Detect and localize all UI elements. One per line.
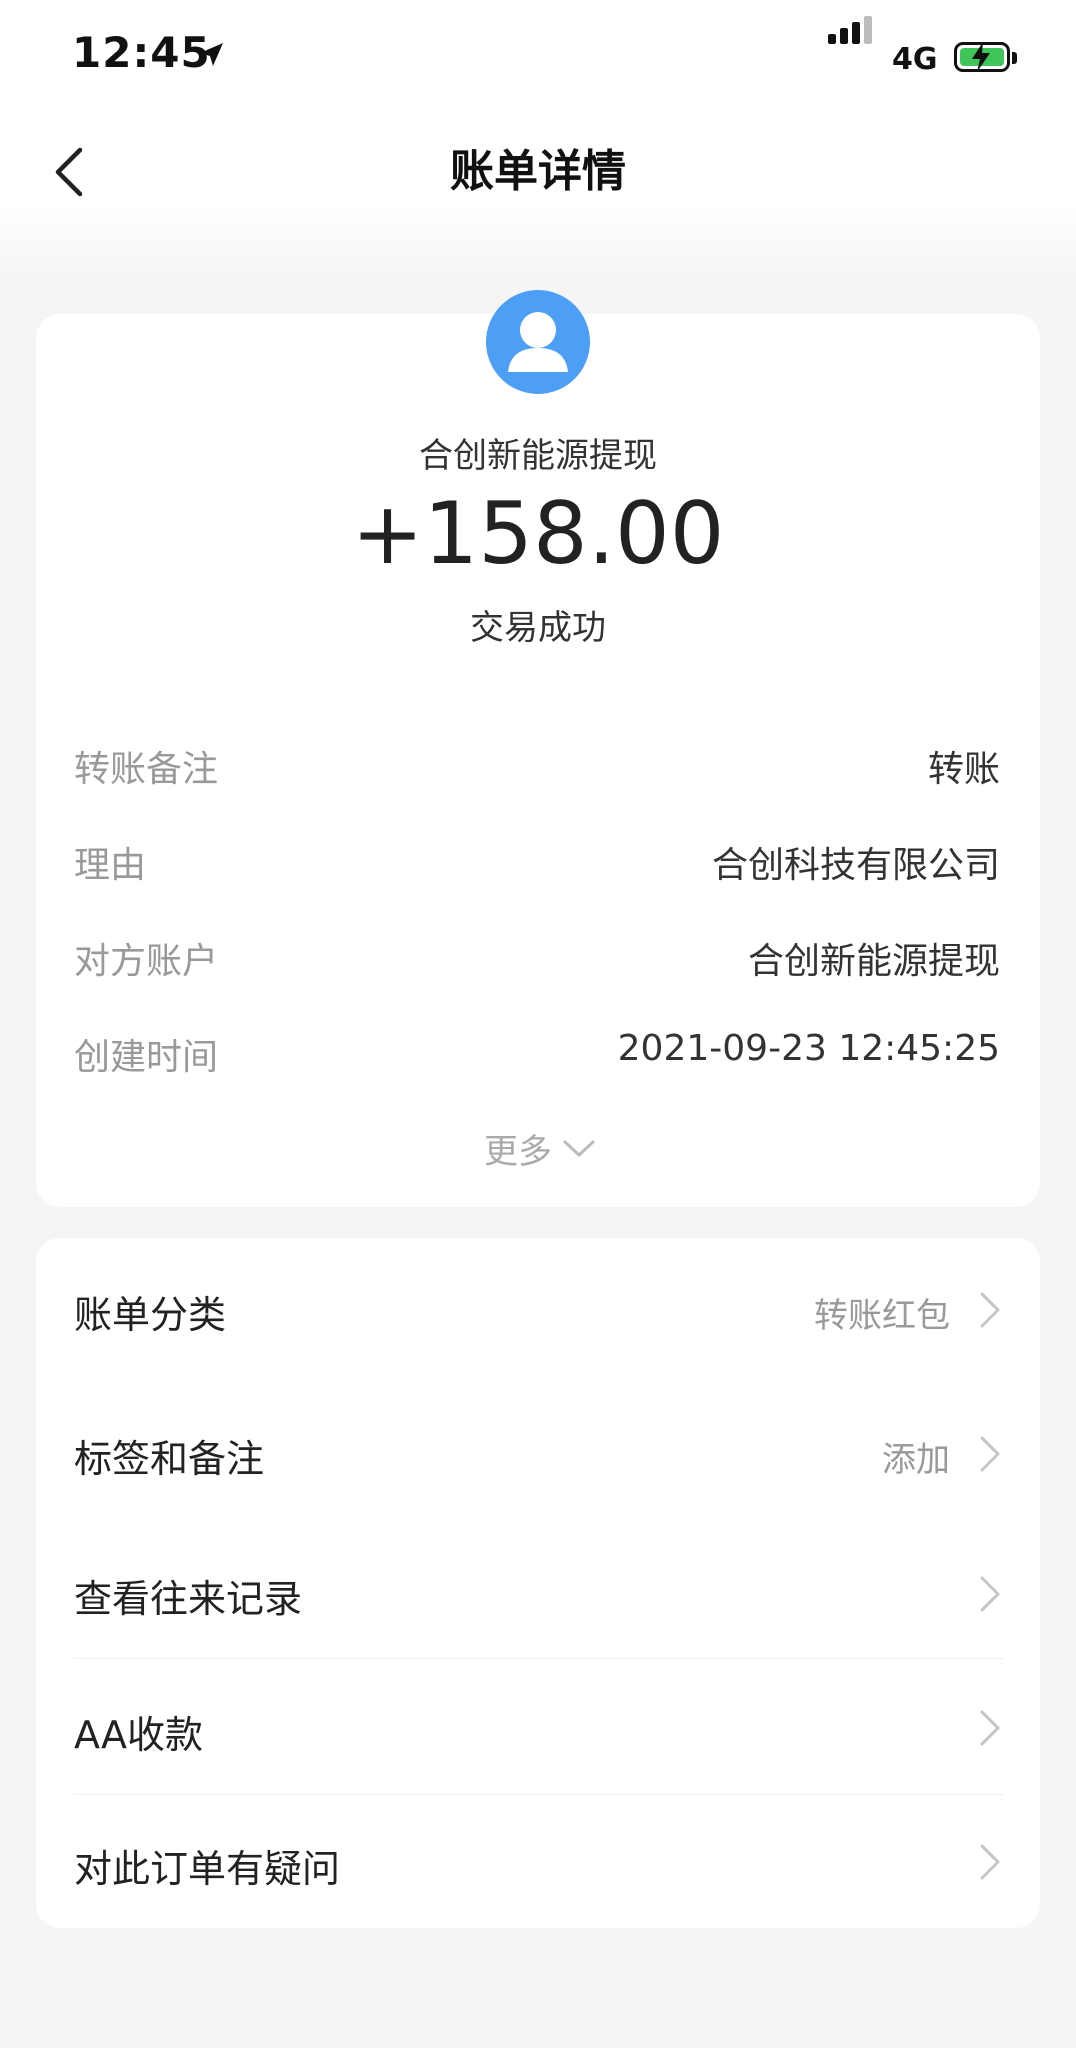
more-button[interactable]: 更多: [484, 1124, 596, 1173]
detail-label-remark: 转账备注: [74, 749, 219, 790]
chevron-right-icon: [980, 1844, 1000, 1880]
bill-category-value: 转账红包: [814, 1296, 950, 1336]
page-title: 账单详情: [450, 146, 626, 197]
menu-item-aa-collection[interactable]: AA收款: [74, 1704, 203, 1759]
divider: [74, 1658, 1004, 1659]
detail-value-created-time: 2021-09-23 12:45:25: [617, 1028, 1000, 1069]
tags-notes-value: 添加: [882, 1440, 950, 1480]
battery-cap: [1012, 52, 1017, 64]
detail-value-remark: 转账: [927, 749, 1000, 790]
network-label: 4G: [892, 42, 938, 77]
detail-label-account: 对方账户: [74, 941, 219, 982]
detail-label-created-time: 创建时间: [74, 1037, 219, 1078]
transaction-status: 交易成功: [470, 608, 606, 648]
user-avatar-icon: [486, 290, 590, 394]
menu-item-tags-notes[interactable]: 标签和备注: [74, 1428, 264, 1483]
divider: [74, 1794, 1004, 1795]
detail-value-reason: 合创科技有限公司: [711, 845, 1000, 886]
chevron-right-icon: [980, 1576, 1000, 1612]
charging-bolt-icon: [972, 42, 990, 72]
menu-item-bill-category[interactable]: 账单分类: [74, 1284, 226, 1339]
location-arrow-icon: [200, 43, 223, 66]
menu-item-transaction-history[interactable]: 查看往来记录: [74, 1568, 302, 1623]
more-label: 更多: [484, 1132, 552, 1172]
status-time: 12:45: [72, 28, 211, 77]
chevron-right-icon: [980, 1436, 1000, 1472]
chevron-down-icon: [563, 1140, 595, 1156]
chevron-right-icon: [980, 1710, 1000, 1746]
transaction-amount: +158.00: [351, 484, 725, 584]
detail-value-account: 合创新能源提现: [747, 941, 1000, 982]
chevron-right-icon: [980, 1292, 1000, 1328]
detail-label-reason: 理由: [74, 845, 147, 886]
menu-item-order-question[interactable]: 对此订单有疑问: [74, 1838, 340, 1893]
payee-name: 合创新能源提现: [419, 436, 657, 476]
